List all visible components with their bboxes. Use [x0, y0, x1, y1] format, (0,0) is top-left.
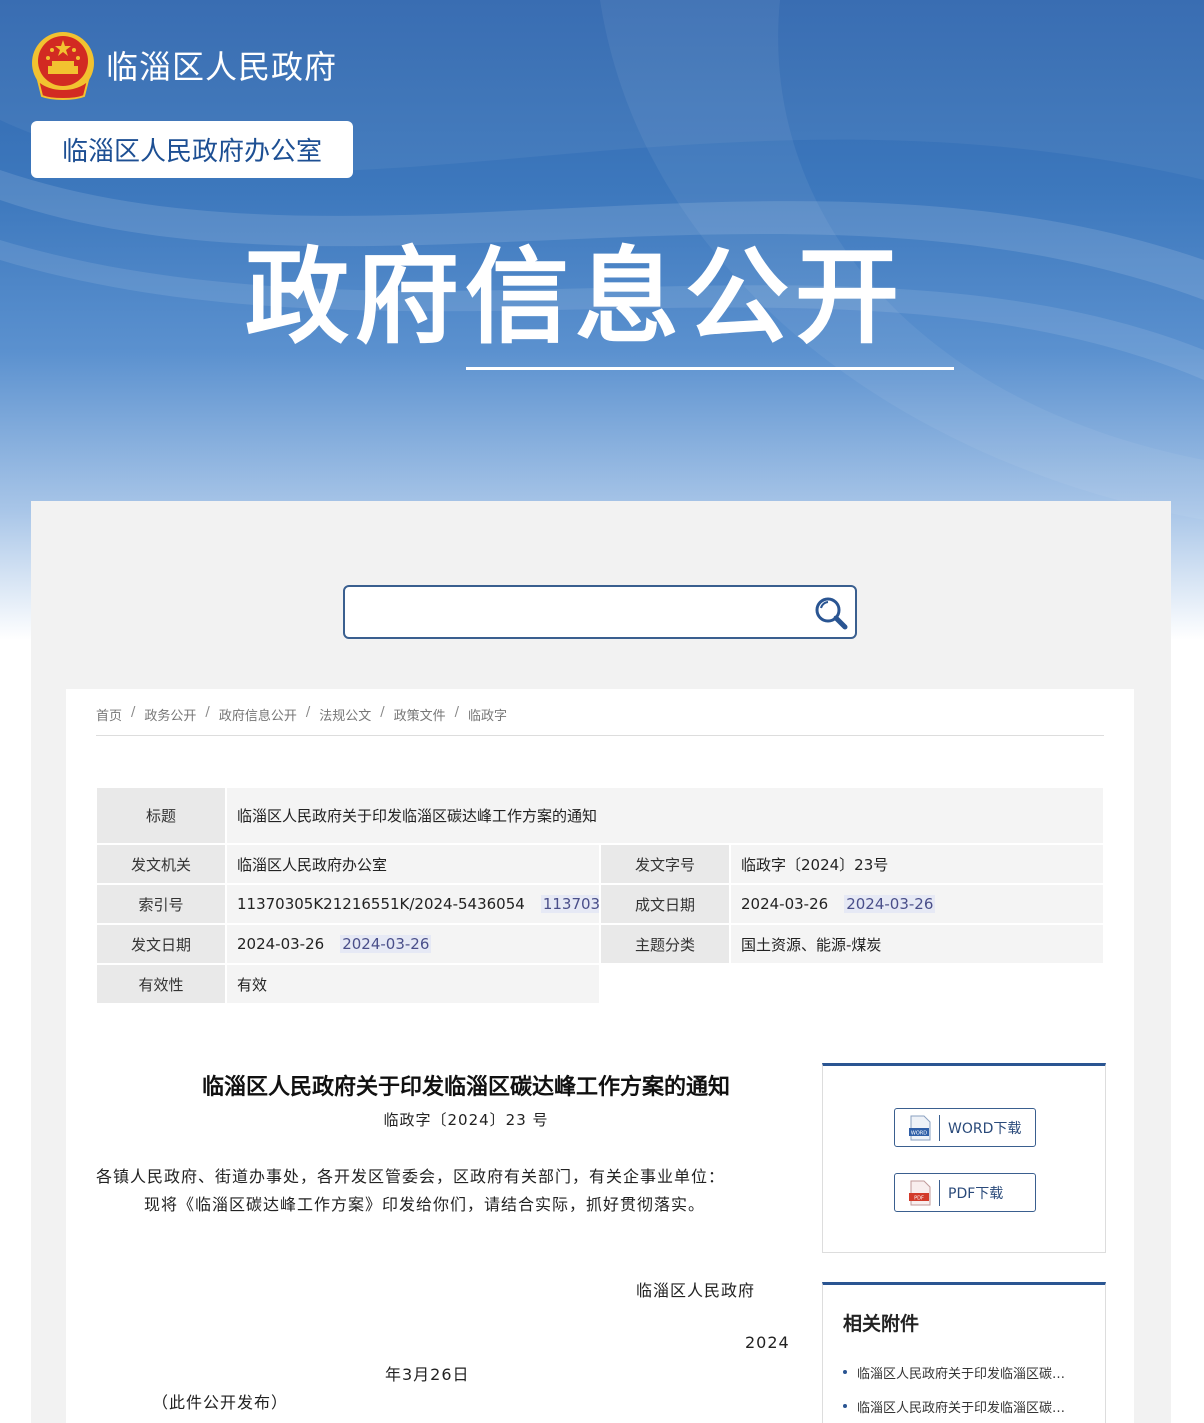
bullet-icon	[843, 1404, 847, 1408]
meta-topic-value: 国土资源、能源-煤炭	[730, 924, 1104, 964]
meta-validity-value: 有效	[226, 964, 600, 1004]
pdf-download-label: PDF下载	[948, 1185, 1004, 1202]
national-emblem-icon	[32, 32, 94, 100]
download-panel: WORD WORD下载 PDF PDF下载	[822, 1063, 1106, 1253]
breadcrumb-item-info-disclosure[interactable]: 政府信息公开	[219, 705, 297, 724]
meta-topic-label: 主题分类	[600, 924, 730, 964]
document-public-note: （此件公开发布）	[152, 1393, 289, 1412]
meta-created-label: 成文日期	[600, 884, 730, 924]
document-signature: 临淄区人民政府	[636, 1281, 756, 1300]
word-file-icon: WORD	[909, 1115, 931, 1140]
hero-underline	[466, 367, 954, 370]
bullet-icon	[843, 1370, 847, 1374]
content-area: 首页 / 政务公开 / 政府信息公开 / 法规公文 / 政策文件 / 临政字 标…	[66, 689, 1134, 1423]
attachment-item[interactable]: 临淄区人民政府关于印发临淄区碳…	[843, 1355, 1065, 1389]
document-number: 临政字〔2024〕23 号	[383, 1111, 549, 1129]
document-sign-year: 2024	[745, 1333, 790, 1352]
meta-issued-duplicate: 2024-03-26	[340, 935, 432, 953]
search-input[interactable]	[345, 587, 795, 637]
office-badge[interactable]: 临淄区人民政府办公室	[31, 121, 353, 178]
main-panel: 首页 / 政务公开 / 政府信息公开 / 法规公文 / 政策文件 / 临政字 标…	[31, 501, 1171, 1423]
document-paragraph: 现将《临淄区碳达峰工作方案》印发给你们，请结合实际，抓好贯彻落实。	[144, 1195, 706, 1214]
meta-title-label: 标题	[96, 787, 226, 844]
meta-index-label: 索引号	[96, 884, 226, 924]
metadata-table: 标题 临淄区人民政府关于印发临淄区碳达峰工作方案的通知 发文机关 临淄区人民政府…	[96, 787, 1104, 1004]
attachment-link[interactable]: 临淄区人民政府关于印发临淄区碳…	[857, 1397, 1065, 1416]
meta-row-index: 索引号 11370305K21216551K/2024-5436054 1137…	[96, 884, 1104, 924]
svg-text:WORD: WORD	[911, 1130, 927, 1136]
button-divider	[939, 1179, 940, 1206]
breadcrumb: 首页 / 政务公开 / 政府信息公开 / 法规公文 / 政策文件 / 临政字	[96, 705, 507, 724]
attachments-title: 相关附件	[843, 1313, 920, 1335]
breadcrumb-separator: /	[380, 705, 385, 720]
site-name[interactable]: 临淄区人民政府	[106, 42, 337, 88]
meta-issued-text: 2024-03-26	[237, 935, 325, 953]
pdf-download-button[interactable]: PDF PDF下载	[894, 1173, 1036, 1212]
attachments-list: 临淄区人民政府关于印发临淄区碳… 临淄区人民政府关于印发临淄区碳…	[843, 1355, 1065, 1423]
breadcrumb-item-linzhengzi[interactable]: 临政字	[468, 705, 507, 724]
meta-validity-label: 有效性	[96, 964, 226, 1004]
pdf-file-icon: PDF	[909, 1180, 931, 1205]
button-divider	[939, 1114, 940, 1141]
search-icon[interactable]	[811, 593, 851, 633]
word-download-label: WORD下载	[948, 1120, 1022, 1137]
meta-issued-label: 发文日期	[96, 924, 226, 964]
breadcrumb-separator: /	[131, 705, 136, 720]
meta-docno-value: 临政字〔2024〕23号	[730, 844, 1104, 884]
meta-row-title: 标题 临淄区人民政府关于印发临淄区碳达峰工作方案的通知	[96, 787, 1104, 844]
hero-title: 政府信息公开	[245, 236, 906, 358]
breadcrumb-item-policy-docs[interactable]: 政策文件	[394, 705, 446, 724]
meta-index-duplicate: 113703(	[540, 895, 599, 913]
search-box	[343, 585, 857, 639]
meta-created-duplicate: 2024-03-26	[844, 895, 936, 913]
breadcrumb-separator: /	[305, 705, 311, 720]
document-body: 各镇人民政府、街道办事处，各开发区管委会，区政府有关部门，有关企事业单位： 现将…	[96, 1163, 796, 1219]
breadcrumb-separator: /	[205, 705, 210, 720]
meta-issued-value: 2024-03-26 2024-03-26	[226, 924, 600, 964]
attachment-item[interactable]: 临淄区人民政府关于印发临淄区碳…	[843, 1389, 1065, 1423]
breadcrumb-item-gov-affairs[interactable]: 政务公开	[144, 705, 196, 724]
meta-issuer-label: 发文机关	[96, 844, 226, 884]
meta-docno-label: 发文字号	[600, 844, 730, 884]
meta-row-issuer: 发文机关 临淄区人民政府办公室 发文字号 临政字〔2024〕23号	[96, 844, 1104, 884]
meta-created-text: 2024-03-26	[741, 895, 829, 913]
meta-index-value: 11370305K21216551K/2024-5436054 113703(	[226, 884, 600, 924]
meta-issuer-value: 临淄区人民政府办公室	[226, 844, 600, 884]
meta-created-value: 2024-03-26 2024-03-26	[730, 884, 1104, 924]
breadcrumb-item-regulations[interactable]: 法规公文	[319, 705, 371, 724]
breadcrumb-separator: /	[454, 705, 460, 720]
attachments-panel: 相关附件 临淄区人民政府关于印发临淄区碳… 临淄区人民政府关于印发临淄区碳…	[822, 1282, 1106, 1423]
meta-index-text: 11370305K21216551K/2024-5436054	[237, 895, 525, 913]
document-title: 临淄区人民政府关于印发临淄区碳达峰工作方案的通知	[201, 1075, 730, 1100]
meta-row-issued: 发文日期 2024-03-26 2024-03-26 主题分类 国土资源、能源-…	[96, 924, 1104, 964]
document-sign-date: 年3月26日	[385, 1365, 470, 1384]
word-download-button[interactable]: WORD WORD下载	[894, 1108, 1036, 1147]
meta-row-validity: 有效性 有效	[96, 964, 1104, 1004]
breadcrumb-item-home[interactable]: 首页	[96, 705, 122, 724]
svg-text:PDF: PDF	[914, 1195, 924, 1201]
document-salutation: 各镇人民政府、街道办事处，各开发区管委会，区政府有关部门，有关企事业单位：	[96, 1167, 726, 1186]
breadcrumb-divider	[96, 735, 1104, 736]
meta-title-value: 临淄区人民政府关于印发临淄区碳达峰工作方案的通知	[226, 787, 1104, 844]
attachment-link[interactable]: 临淄区人民政府关于印发临淄区碳…	[857, 1363, 1065, 1382]
